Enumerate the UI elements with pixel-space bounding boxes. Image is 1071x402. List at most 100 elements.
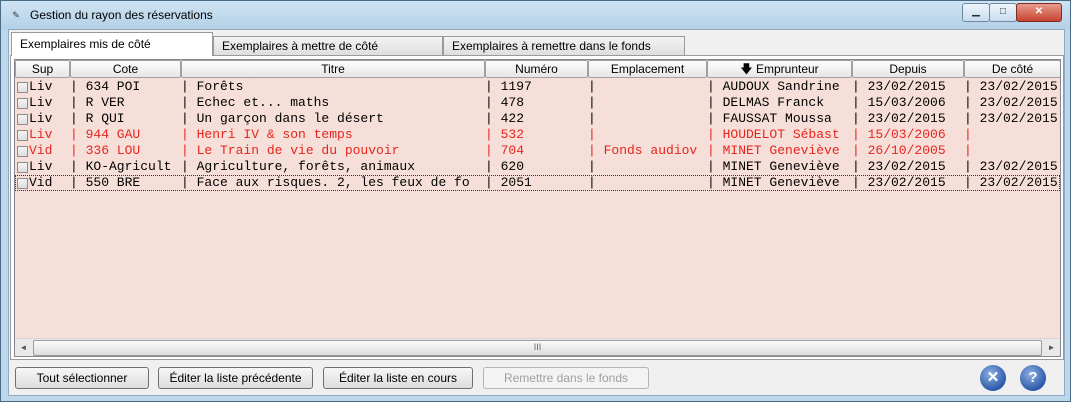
scroll-left-icon[interactable]: ◄ xyxy=(15,339,32,356)
tab-a-remettre-dans-le-fonds[interactable]: Exemplaires à remettre dans le fonds xyxy=(443,36,685,55)
cell-emplacement: | xyxy=(588,159,596,174)
cell-numero: | 620 xyxy=(485,159,525,174)
cell-cote: | 944 GAU xyxy=(70,127,141,142)
col-header-cote[interactable]: Cote xyxy=(70,60,181,78)
tab-a-mettre-de-cote[interactable]: Exemplaires à mettre de côté xyxy=(213,36,443,55)
cell-cote: | KO-Agricult xyxy=(70,159,172,174)
table-row[interactable]: Liv | 944 GAU | Henri IV & son temps | 532 |… xyxy=(15,127,1060,143)
cell-cote: | 634 POI xyxy=(70,79,141,94)
client-area: Exemplaires mis de côté Exemplaires à me… xyxy=(8,29,1065,396)
edit-previous-list-button[interactable]: Éditer la liste précédente xyxy=(158,367,313,389)
cell-depuis: | 23/02/2015 xyxy=(852,79,946,94)
cell-depuis: | 23/02/2015 xyxy=(852,175,946,190)
cell-emprunteur: | HOUDELOT Sébast xyxy=(707,127,840,142)
row-checkbox[interactable] xyxy=(17,130,28,141)
cell-emplacement: | xyxy=(588,111,596,126)
cell-emprunteur: | DELMAS Franck xyxy=(707,95,825,110)
cell-numero: | 1197 xyxy=(485,79,532,94)
cell-titre: | Agriculture, forêts, animaux xyxy=(181,159,416,174)
cell-decote: | xyxy=(964,143,972,158)
cell-emplacement: | Fonds audiov xyxy=(588,143,698,158)
cell-decote: | 23/02/2015 xyxy=(964,175,1058,190)
table-row[interactable]: Liv | R QUI | Un garçon dans le désert | 42… xyxy=(15,111,1060,127)
app-icon: ✎ xyxy=(12,10,20,20)
horizontal-scrollbar[interactable]: ◄ III ► xyxy=(15,338,1060,356)
grid-header: Sup Cote Titre Numéro Emplacement 🡇 Empr… xyxy=(15,60,1060,78)
cell-titre: | Henri IV & son temps xyxy=(181,127,353,142)
return-to-stock-button[interactable]: Remettre dans le fonds xyxy=(483,367,649,389)
cell-sup: Liv xyxy=(29,111,53,126)
cell-titre: | Forêts xyxy=(181,79,244,94)
col-header-de-cote[interactable]: De côté xyxy=(964,60,1060,78)
scroll-right-icon[interactable]: ► xyxy=(1043,339,1060,356)
cell-numero: | 532 xyxy=(485,127,525,142)
close-icon[interactable]: ✕ xyxy=(980,365,1006,391)
col-header-emprunteur[interactable]: 🡇 Emprunteur xyxy=(707,60,852,78)
close-window-button[interactable]: ✕ xyxy=(1016,3,1062,22)
cell-depuis: | 15/03/2006 xyxy=(852,127,946,142)
cell-decote: | 23/02/2015 xyxy=(964,95,1058,110)
cell-sup: Liv xyxy=(29,95,53,110)
row-checkbox[interactable] xyxy=(17,162,28,173)
cell-cote: | R VER xyxy=(70,95,125,110)
row-checkbox[interactable] xyxy=(17,178,28,189)
cell-cote: | 550 BRE xyxy=(70,175,141,190)
table-row[interactable]: Liv | 634 POI | Forêts | 1197 | | AUDOUX Sand… xyxy=(15,79,1060,95)
help-icon[interactable]: ? xyxy=(1020,365,1046,391)
cell-cote: | R QUI xyxy=(70,111,125,126)
col-header-sup[interactable]: Sup xyxy=(15,60,70,78)
cell-sup: Liv xyxy=(29,79,53,94)
cell-numero: | 478 xyxy=(485,95,525,110)
select-all-button[interactable]: Tout sélectionner xyxy=(15,367,149,389)
cell-emprunteur: | MINET Geneviève xyxy=(707,159,840,174)
row-checkbox[interactable] xyxy=(17,114,28,125)
cell-numero: | 704 xyxy=(485,143,525,158)
cell-titre: | Le Train de vie du pouvoir xyxy=(181,143,400,158)
title-bar[interactable]: ✎ Gestion du rayon des réservations ▁ □ … xyxy=(1,1,1070,29)
window-controls: ▁ □ ✕ xyxy=(962,3,1062,22)
col-header-emplacement[interactable]: Emplacement xyxy=(588,60,707,78)
row-checkbox[interactable] xyxy=(17,82,28,93)
cell-emplacement: | xyxy=(588,79,596,94)
cell-depuis: | 26/10/2005 xyxy=(852,143,946,158)
scroll-thumb[interactable]: III xyxy=(33,340,1042,356)
col-header-numero[interactable]: Numéro xyxy=(485,60,588,78)
row-checkbox[interactable] xyxy=(17,146,28,157)
reservations-grid[interactable]: Sup Cote Titre Numéro Emplacement 🡇 Empr… xyxy=(14,59,1061,357)
cell-cote: | 336 LOU xyxy=(70,143,141,158)
cell-sup: Vid xyxy=(29,175,53,190)
cell-titre: | Echec et... maths xyxy=(181,95,330,110)
tab-mis-de-cote[interactable]: Exemplaires mis de côté xyxy=(11,32,213,56)
table-row[interactable]: Liv | R VER | Echec et... maths | 478 | | DEL… xyxy=(15,95,1060,111)
cell-emplacement: | xyxy=(588,175,596,190)
cell-depuis: | 23/02/2015 xyxy=(852,159,946,174)
cell-depuis: | 23/02/2015 xyxy=(852,111,946,126)
cell-decote: | 23/02/2015 xyxy=(964,159,1058,174)
table-row[interactable]: Liv | KO-Agricult | Agriculture, forêts, a… xyxy=(15,159,1060,175)
col-header-depuis[interactable]: Depuis xyxy=(852,60,964,78)
cell-sup: Liv xyxy=(29,127,53,142)
cell-emprunteur: | FAUSSAT Moussa xyxy=(707,111,832,126)
col-header-titre[interactable]: Titre xyxy=(181,60,485,78)
cell-emprunteur: | MINET Geneviève xyxy=(707,143,840,158)
tab-panel: Sup Cote Titre Numéro Emplacement 🡇 Empr… xyxy=(10,55,1064,360)
window-title: Gestion du rayon des réservations xyxy=(30,8,213,22)
cell-sup: Liv xyxy=(29,159,53,174)
cell-titre: | Un garçon dans le désert xyxy=(181,111,384,126)
maximize-button[interactable]: □ xyxy=(989,3,1017,22)
cell-numero: | 422 xyxy=(485,111,525,126)
cell-sup: Vid xyxy=(29,143,53,158)
col-header-emprunteur-label: Emprunteur xyxy=(755,62,819,76)
minimize-button[interactable]: ▁ xyxy=(962,3,990,22)
cell-emprunteur: | MINET Geneviève xyxy=(707,175,840,190)
cell-titre: | Face aux risques. 2, les feux de fo xyxy=(181,175,470,190)
cell-decote: | 23/02/2015 xyxy=(964,111,1058,126)
cell-depuis: | 15/03/2006 xyxy=(852,95,946,110)
cell-decote: | xyxy=(964,127,972,142)
table-row[interactable]: Vid | 336 LOU | Le Train de vie du pouvoir… xyxy=(15,143,1060,159)
table-row[interactable]: Vid | 550 BRE | Face aux risques. 2, les f… xyxy=(15,175,1060,191)
cell-emplacement: | xyxy=(588,127,596,142)
edit-current-list-button[interactable]: Éditer la liste en cours xyxy=(323,367,473,389)
cell-emprunteur: | AUDOUX Sandrine xyxy=(707,79,840,94)
row-checkbox[interactable] xyxy=(17,98,28,109)
